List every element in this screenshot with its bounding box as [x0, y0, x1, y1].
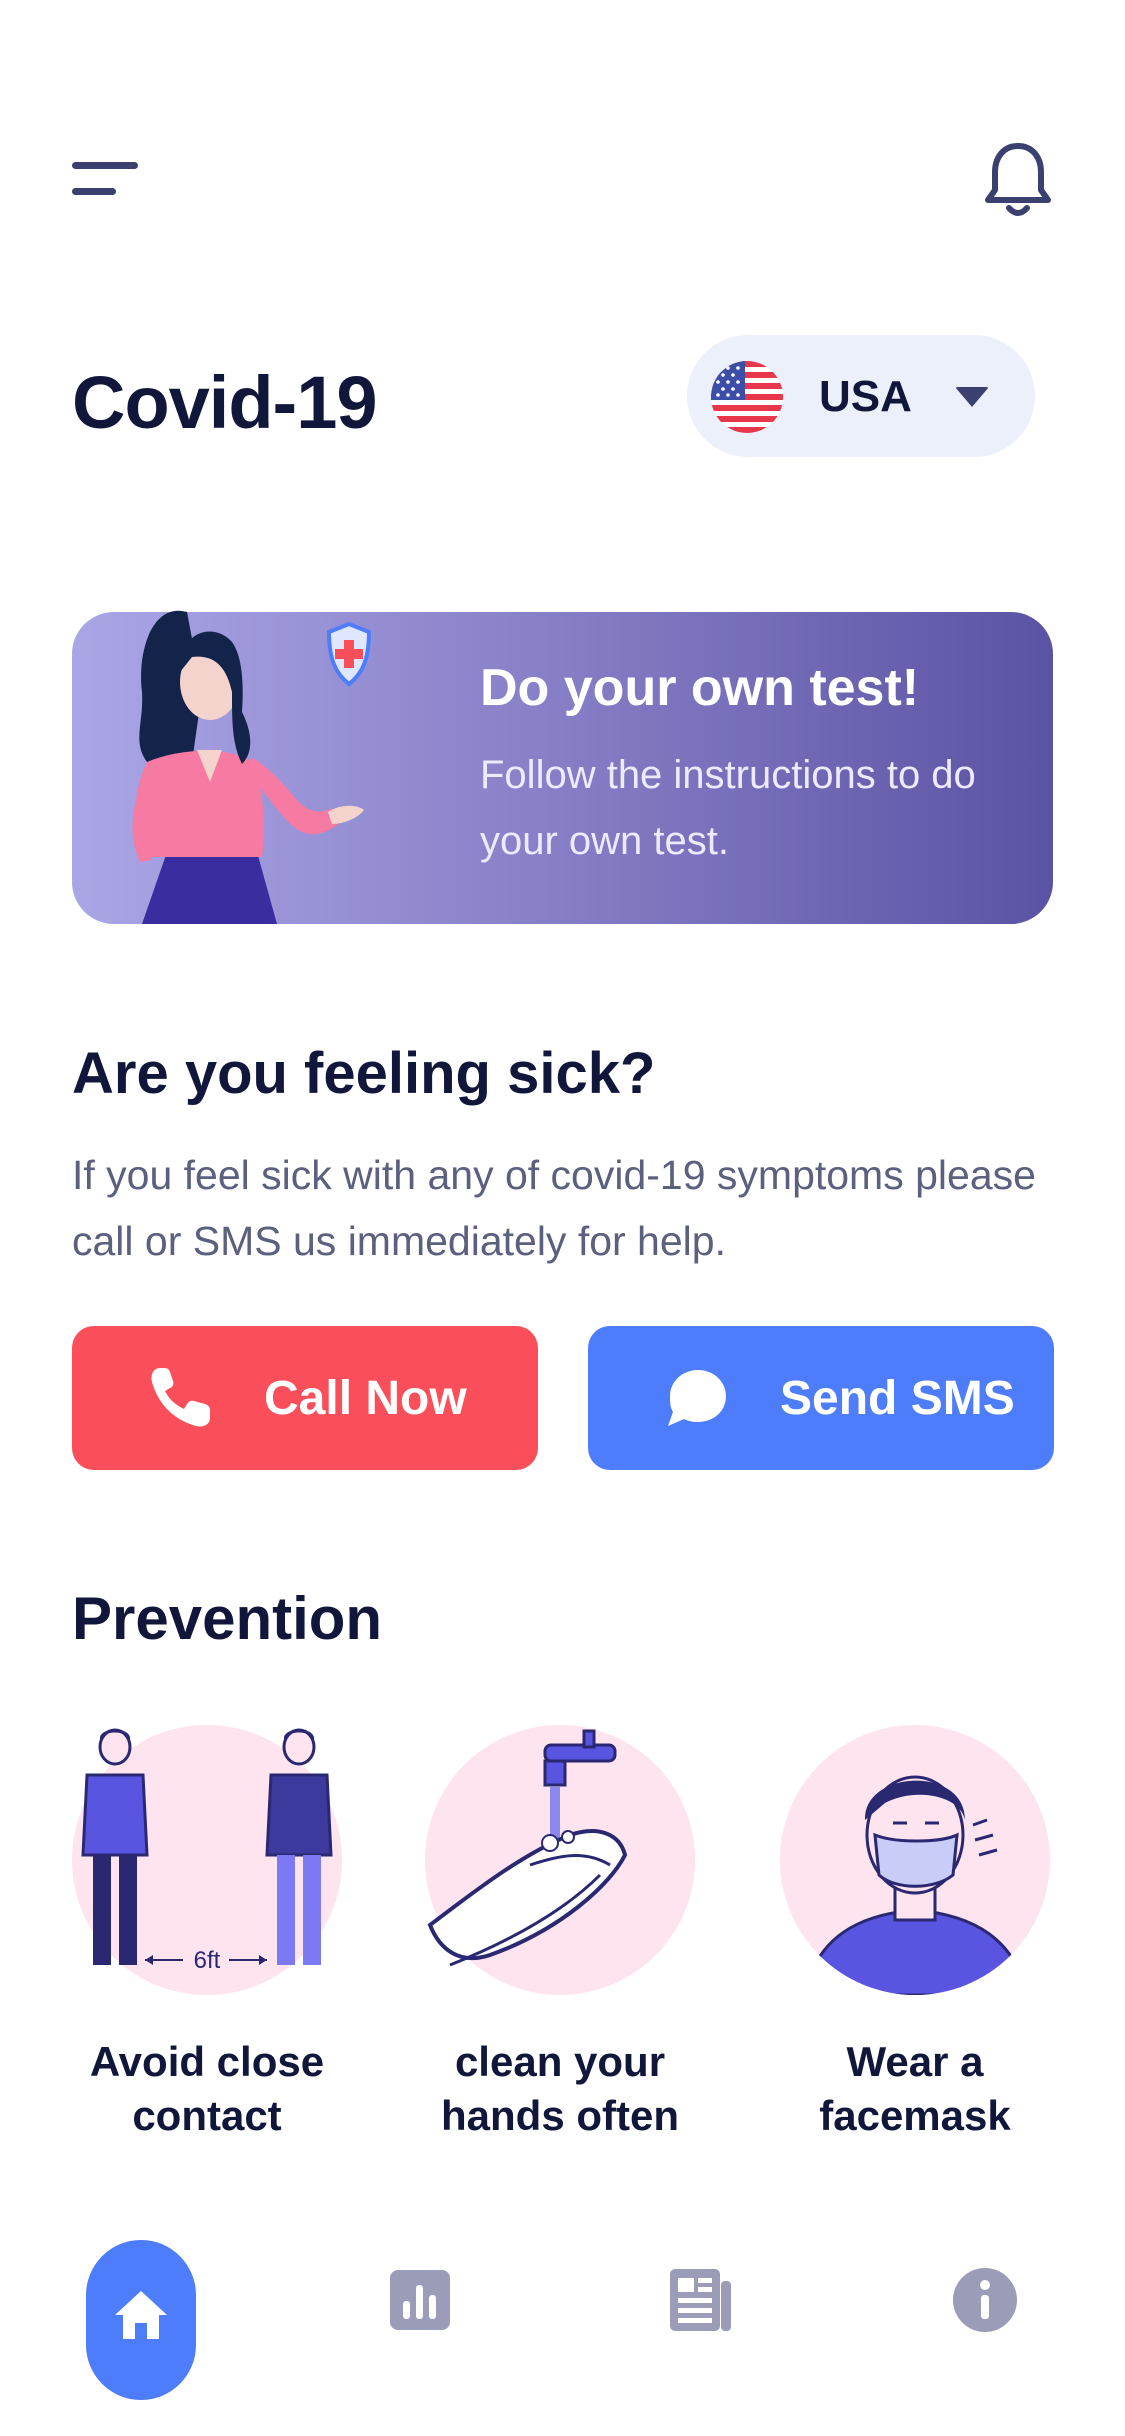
- self-test-banner[interactable]: Do your own test! Follow the instruction…: [72, 610, 1053, 924]
- news-icon: [665, 2265, 735, 2340]
- call-now-label: Call Now: [264, 1372, 467, 1425]
- page-title: Covid-19: [72, 361, 378, 444]
- country-name: USA: [819, 372, 912, 421]
- sick-section-title: Are you feeling sick?: [72, 1041, 656, 1106]
- bottom-navigation: [0, 2240, 1125, 2436]
- prevention-item-facemask[interactable]: Wear a facemask: [765, 1725, 1065, 2145]
- chat-bubble-icon: [662, 1364, 730, 1432]
- woman-illustration: [92, 572, 502, 924]
- prevention-title: Prevention: [72, 1585, 383, 1652]
- distance-label: 6ft: [193, 1947, 221, 1974]
- phone-icon: [146, 1364, 214, 1432]
- banner-title: Do your own test!: [480, 659, 920, 717]
- handwashing-illustration: [410, 1725, 710, 1995]
- country-selector[interactable]: USA: [687, 335, 1035, 457]
- nav-home-tab[interactable]: [86, 2240, 196, 2400]
- send-sms-label: Send SMS: [780, 1372, 1015, 1425]
- nav-info-tab[interactable]: [950, 2265, 1020, 2335]
- prevention-label-facemask: Wear a facemask: [819, 2038, 1011, 2139]
- top-bar: [72, 140, 1053, 220]
- caret-down-icon: [955, 387, 989, 407]
- nav-stats-tab[interactable]: [385, 2265, 455, 2335]
- send-sms-button[interactable]: Send SMS: [588, 1326, 1054, 1470]
- prevention-label-handwash: clean your hands often: [441, 2038, 679, 2139]
- hamburger-menu-icon[interactable]: [72, 162, 138, 202]
- nav-news-tab[interactable]: [665, 2265, 735, 2335]
- prevention-label-distance: Avoid close contact: [89, 2038, 325, 2139]
- banner-text: Follow the instructions to do your own t…: [480, 753, 976, 863]
- facemask-illustration: [765, 1725, 1065, 1995]
- stats-icon: [385, 2265, 455, 2340]
- call-now-button[interactable]: Call Now: [72, 1326, 538, 1470]
- sick-section-text: If you feel sick with any of covid-19 sy…: [72, 1152, 1036, 1264]
- prevention-item-handwash[interactable]: clean your hands often: [410, 1725, 710, 2145]
- social-distance-illustration: 6ft: [57, 1725, 357, 1995]
- us-flag-icon: [711, 361, 783, 433]
- home-icon: [111, 2285, 171, 2345]
- title-row: Covid-19 USA: [72, 335, 1053, 460]
- prevention-item-distance[interactable]: 6ft Avoid close contact: [57, 1725, 357, 2145]
- bell-icon[interactable]: [983, 140, 1053, 218]
- info-icon: [950, 2265, 1020, 2340]
